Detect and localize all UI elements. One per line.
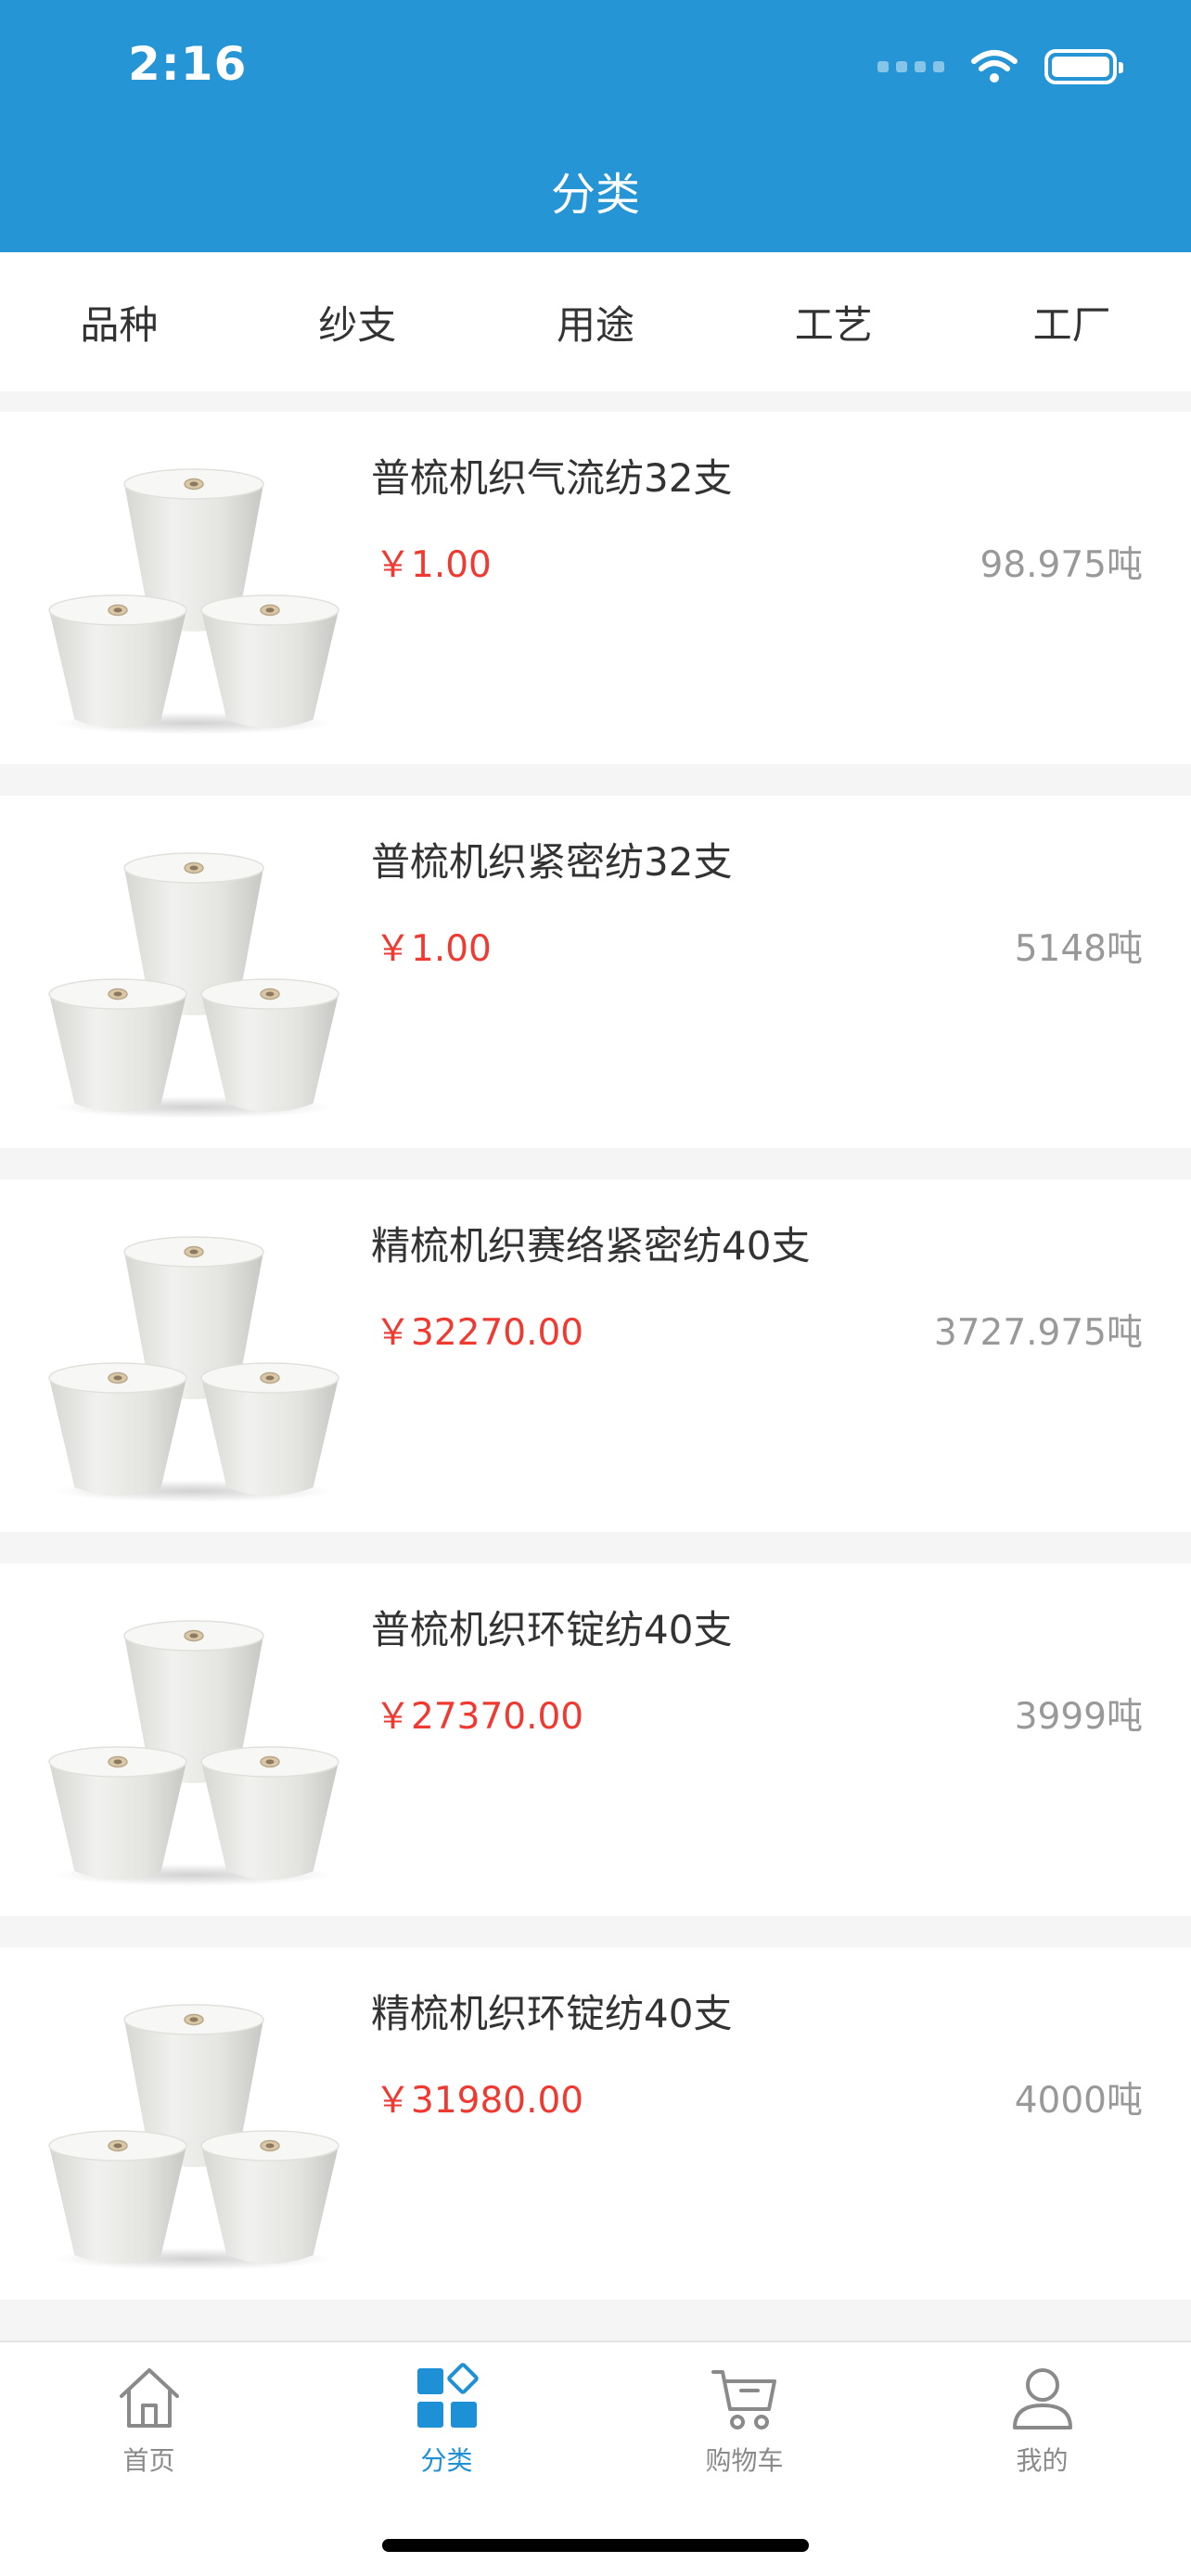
home-indicator bbox=[382, 2539, 809, 2552]
product-item[interactable]: 普梳机织紧密纺32支 ￥1.00 5148吨 bbox=[0, 796, 1191, 1148]
product-stock: 3727.975吨 bbox=[933, 1312, 1143, 1354]
signal-icon bbox=[877, 61, 944, 72]
status-time: 2:16 bbox=[128, 37, 248, 91]
tab-mine[interactable]: 我的 bbox=[893, 2342, 1191, 2576]
cart-icon bbox=[711, 2370, 776, 2429]
product-image bbox=[48, 2004, 339, 2270]
product-stock: 5148吨 bbox=[1014, 928, 1143, 970]
product-item[interactable]: 普梳机织气流纺32支 ￥1.00 98.975吨 bbox=[0, 412, 1191, 764]
battery-icon bbox=[1044, 49, 1123, 84]
filter-usage[interactable]: 用途 bbox=[477, 252, 715, 391]
product-image bbox=[48, 852, 339, 1118]
tab-label: 首页 bbox=[122, 2445, 175, 2476]
category-icon bbox=[416, 2363, 479, 2428]
wifi-icon bbox=[971, 50, 1018, 83]
tab-home[interactable]: 首页 bbox=[0, 2342, 298, 2576]
home-icon bbox=[119, 2368, 179, 2428]
product-name: 精梳机织环锭纺40支 bbox=[371, 1991, 733, 2036]
page-title: 分类 bbox=[550, 169, 640, 221]
product-image bbox=[48, 1236, 339, 1502]
status-icons bbox=[877, 48, 1123, 85]
filter-variety[interactable]: 品种 bbox=[0, 252, 238, 391]
product-price: ￥1.00 bbox=[375, 544, 492, 586]
tab-label: 我的 bbox=[1016, 2445, 1069, 2476]
product-stock: 98.975吨 bbox=[980, 544, 1143, 586]
product-price: ￥1.00 bbox=[375, 928, 492, 970]
filter-factory[interactable]: 工厂 bbox=[953, 252, 1191, 391]
product-name: 普梳机织紧密纺32支 bbox=[371, 839, 733, 885]
app-header: 2:16 分类 bbox=[0, 0, 1191, 252]
tab-label: 分类 bbox=[420, 2445, 473, 2476]
filter-bar: 品种 纱支 用途 工艺 工厂 bbox=[0, 252, 1191, 391]
product-image bbox=[48, 1620, 339, 1886]
filter-yarn-count[interactable]: 纱支 bbox=[238, 252, 477, 391]
product-list: 普梳机织气流纺32支 ￥1.00 98.975吨 普梳机织紧密纺32支 ￥1.0… bbox=[0, 412, 1191, 2331]
user-icon bbox=[1012, 2368, 1072, 2429]
product-stock: 3999吨 bbox=[1014, 1696, 1143, 1738]
product-price: ￥27370.00 bbox=[375, 1696, 584, 1738]
filter-process[interactable]: 工艺 bbox=[714, 252, 953, 391]
product-item[interactable]: 精梳机织环锭纺40支 ￥31980.00 4000吨 bbox=[0, 1947, 1191, 2300]
product-image bbox=[48, 468, 339, 734]
product-price: ￥32270.00 bbox=[375, 1312, 584, 1354]
product-name: 精梳机织赛络紧密纺40支 bbox=[371, 1223, 811, 1269]
product-name: 普梳机织环锭纺40支 bbox=[371, 1607, 733, 1652]
product-item[interactable]: 普梳机织环锭纺40支 ￥27370.00 3999吨 bbox=[0, 1563, 1191, 1916]
tab-label: 购物车 bbox=[705, 2445, 784, 2476]
product-name: 普梳机织气流纺32支 bbox=[371, 455, 733, 501]
product-item[interactable]: 精梳机织赛络紧密纺40支 ￥32270.00 3727.975吨 bbox=[0, 1180, 1191, 1532]
product-stock: 4000吨 bbox=[1014, 2080, 1143, 2122]
product-price: ￥31980.00 bbox=[375, 2080, 584, 2122]
